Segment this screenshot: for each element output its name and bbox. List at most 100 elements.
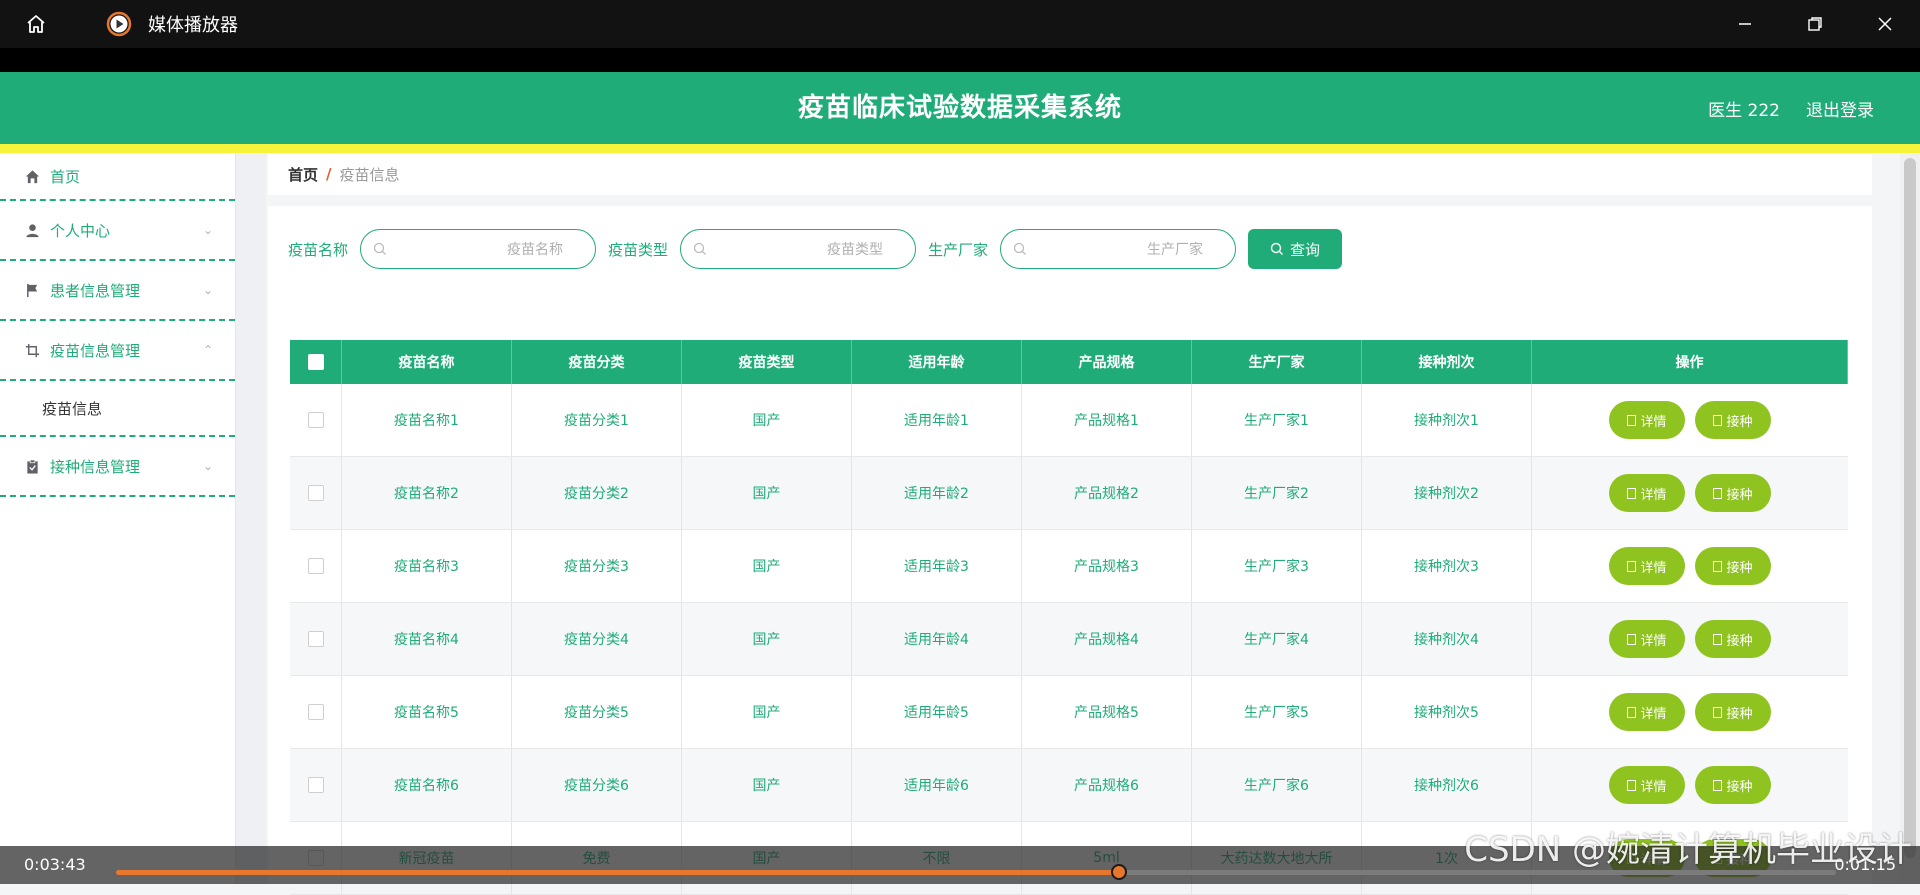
sidebar-item-profile[interactable]: 个人中心 ⌄ [0,201,235,261]
current-time: 0:03:43 [24,855,86,874]
minimize-icon[interactable] [1710,0,1780,48]
type-label: 疫苗类型 [608,240,669,259]
row-checkbox[interactable] [307,777,324,793]
restore-icon[interactable] [1780,0,1850,48]
table-cell: 疫苗分类5 [512,676,682,748]
home-icon[interactable] [18,6,54,42]
column-header[interactable]: 适用年龄 [852,340,1022,384]
row-checkbox[interactable] [307,631,324,647]
select-all-checkbox[interactable] [307,354,324,370]
detail-button[interactable]: 详情 [1609,693,1685,731]
sidebar-item-patients[interactable]: 患者信息管理 ⌄ [0,261,235,321]
vaccinate-button[interactable]: 接种 [1695,620,1771,658]
row-select-cell [290,384,342,456]
vaccinate-button-label: 接种 [1726,779,1753,795]
row-select-cell [290,530,342,602]
vaccinate-button[interactable]: 接种 [1695,401,1771,439]
vaccinate-button-label: 接种 [1726,414,1753,430]
table-cell: 疫苗分类1 [512,384,682,456]
table-cell: 生产厂家2 [1192,457,1362,529]
table-cell: 接种剂次2 [1362,457,1532,529]
name-placeholder: 疫苗名称 [507,242,564,258]
sidebar-item-home[interactable]: 首页 [0,153,235,201]
main-panel: 疫苗名称 疫苗名称 疫苗类型 疫苗类型 生产厂家 生产厂家 查询 疫苗名称 疫苗… [268,206,1872,895]
letterbox-band [0,48,1920,72]
query-button-label: 查询 [1290,240,1321,259]
detail-button[interactable]: 详情 [1609,766,1685,804]
table-cell: 生产厂家5 [1192,676,1362,748]
chevron-down-icon: ⌄ [202,223,213,237]
vaccinate-button[interactable]: 接种 [1695,693,1771,731]
detail-button[interactable]: 详情 [1609,547,1685,585]
vaccinate-button[interactable]: 接种 [1695,547,1771,585]
table-cell: 疫苗分类3 [512,530,682,602]
vaccine-table: 疫苗名称 疫苗分类 疫苗类型 适用年龄 产品规格 生产厂家 接种剂次 操作 疫苗… [290,340,1848,895]
table-cell: 国产 [682,530,852,602]
column-header[interactable]: 接种剂次 [1362,340,1532,384]
row-select-cell [290,676,342,748]
progress-knob[interactable] [1110,864,1127,880]
scrollbar-thumb[interactable] [1904,158,1916,858]
table-cell: 疫苗名称4 [342,603,512,675]
player-title: 媒体播放器 [148,15,238,36]
document-icon [1713,487,1723,499]
query-button[interactable]: 查询 [1248,229,1343,269]
table-cell: 产品规格5 [1022,676,1192,748]
sidebar-item-label: 接种信息管理 [50,457,141,476]
sidebar-item-label: 患者信息管理 [50,281,141,300]
home-icon [24,168,40,184]
table-cell: 适用年龄4 [852,603,1022,675]
sidebar-item-vaccines[interactable]: 疫苗信息管理 ⌃ [0,321,235,381]
sidebar-item-label: 疫苗信息管理 [50,341,141,360]
document-icon [1713,706,1723,718]
column-header[interactable]: 生产厂家 [1192,340,1362,384]
vaccinate-button[interactable]: 接种 [1695,766,1771,804]
detail-button[interactable]: 详情 [1609,401,1685,439]
chevron-down-icon: ⌄ [202,459,213,473]
watermark: CSDN @婉清计算机毕业设计 [1464,830,1912,870]
detail-button[interactable]: 详情 [1609,620,1685,658]
table-row: 疫苗名称6 疫苗分类6 国产 适用年龄6 产品规格6 生产厂家6 接种剂次6 详情 接种 [290,749,1848,822]
table-cell: 产品规格6 [1022,749,1192,821]
detail-button[interactable]: 详情 [1609,474,1685,512]
maker-label: 生产厂家 [928,240,989,259]
sidebar-subitem-vaccine-info[interactable]: 疫苗信息 [0,381,235,437]
app-title: 疫苗临床试验数据采集系统 [797,93,1122,123]
row-checkbox[interactable] [307,558,324,574]
table-cell: 国产 [682,457,852,529]
progress-fill [116,870,1119,875]
column-header[interactable]: 疫苗类型 [682,340,852,384]
detail-button-label: 详情 [1640,706,1667,722]
breadcrumb-home[interactable]: 首页 [288,164,318,185]
maker-search-input[interactable]: 生产厂家 [1000,229,1237,269]
type-search-input[interactable]: 疫苗类型 [680,229,917,269]
row-checkbox[interactable] [307,704,324,720]
sidebar-item-vaccination[interactable]: 接种信息管理 ⌄ [0,437,235,497]
column-header[interactable]: 产品规格 [1022,340,1192,384]
select-all-cell [290,340,342,384]
name-search-input[interactable]: 疫苗名称 [360,229,597,269]
close-icon[interactable] [1850,0,1920,48]
chevron-up-icon: ⌃ [202,343,213,357]
crop-icon [24,342,40,358]
row-checkbox[interactable] [307,412,324,428]
table-cell: 接种剂次1 [1362,384,1532,456]
table-cell: 疫苗分类4 [512,603,682,675]
document-icon [1713,560,1723,572]
row-checkbox[interactable] [307,485,324,501]
table-cell: 国产 [682,603,852,675]
column-header[interactable]: 疫苗分类 [512,340,682,384]
vaccinate-button[interactable]: 接种 [1695,474,1771,512]
table-cell: 国产 [682,749,852,821]
table-cell: 适用年龄3 [852,530,1022,602]
document-icon [1627,633,1637,645]
logout-link[interactable]: 退出登录 [1806,96,1874,121]
table-row: 疫苗名称2 疫苗分类2 国产 适用年龄2 产品规格2 生产厂家2 接种剂次2 详情 接种 [290,457,1848,530]
document-icon [1713,779,1723,791]
row-actions: 详情 接种 [1532,530,1848,602]
table-cell: 疫苗名称1 [342,384,512,456]
column-header[interactable]: 疫苗名称 [342,340,512,384]
vaccinate-button-label: 接种 [1726,560,1753,576]
document-icon [1713,633,1723,645]
table-cell: 疫苗分类6 [512,749,682,821]
